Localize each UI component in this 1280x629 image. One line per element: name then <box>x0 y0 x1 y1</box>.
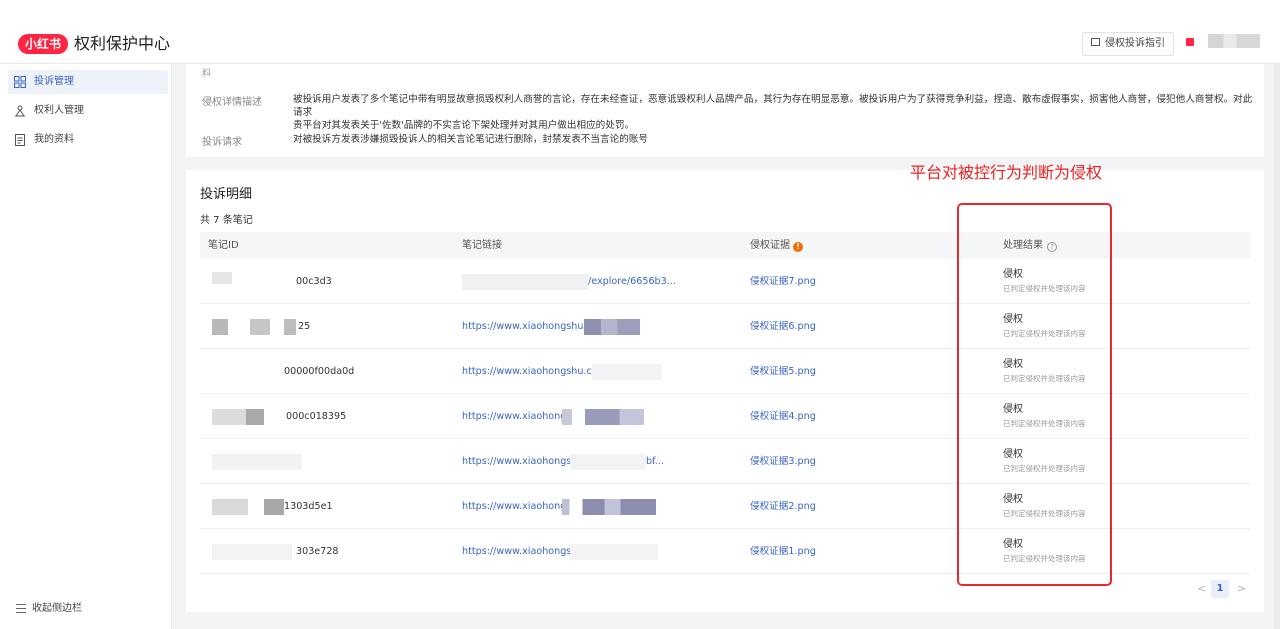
truncated-label: 料 <box>202 69 212 79</box>
collapse-icon <box>16 604 26 613</box>
col-note-link: 笔记链接 <box>462 240 502 251</box>
sidebar-item-label: 我的资料 <box>34 134 74 145</box>
top-header: 小红书 权利保护中心 侵权投诉指引 <box>0 0 1280 64</box>
note-link[interactable]: https://www.xiaohongsh <box>462 485 577 529</box>
warning-icon[interactable]: ! <box>793 242 803 252</box>
col-note-id: 笔记ID <box>208 240 239 251</box>
scrollbar-track[interactable] <box>1274 64 1280 629</box>
next-page-icon[interactable]: > <box>1237 582 1246 595</box>
user-avatar[interactable] <box>1208 34 1260 48</box>
sidebar-item-complaints[interactable]: 投诉管理 <box>8 70 168 94</box>
page-number-current[interactable]: 1 <box>1211 580 1229 598</box>
section-title: 投诉明细 <box>200 187 253 202</box>
book-icon <box>1091 38 1100 46</box>
complaint-guide-button[interactable]: 侵权投诉指引 <box>1082 32 1174 56</box>
sidebar-item-label: 投诉管理 <box>34 76 74 87</box>
prev-page-icon[interactable]: < <box>1197 582 1206 595</box>
desc-value: 被投诉用户发表了多个笔记中带有明显故意损毁权利人商誉的言论，存在未经查证，恶意诋… <box>293 93 1253 132</box>
gift-icon[interactable] <box>1186 38 1194 46</box>
evidence-link[interactable]: 侵权证据4.png <box>750 395 816 439</box>
note-count: 共 7 条笔记 <box>200 215 253 226</box>
evidence-link[interactable]: 侵权证据1.png <box>750 530 816 574</box>
desc-line-2: 贵平台对其发表关于'佐数'品牌的不实言论下架处理并对其用户做出相应的处罚。 <box>293 120 635 131</box>
annotation-highlight-box <box>957 203 1112 586</box>
sidebar: 投诉管理 权利人管理 我的资料 收起侧边栏 <box>0 64 172 629</box>
note-link[interactable]: /explore/6656b3... <box>588 260 676 304</box>
annotation-text: 平台对被控行为判断为侵权 <box>910 163 1103 182</box>
note-id: 303e728 <box>296 546 339 557</box>
desc-label: 侵权详情描述 <box>202 97 262 108</box>
collapse-label: 收起侧边栏 <box>32 603 82 614</box>
evidence-link[interactable]: 侵权证据5.png <box>750 350 816 394</box>
complaint-guide-label: 侵权投诉指引 <box>1105 38 1165 49</box>
request-label: 投诉请求 <box>202 137 242 148</box>
note-id: 00000f00da0d <box>284 366 355 377</box>
note-link[interactable]: https://www.xiaohongsh <box>462 440 577 484</box>
person-tree-icon <box>15 105 25 117</box>
grid-icon <box>14 76 26 88</box>
evidence-link[interactable]: 侵权证据2.png <box>750 485 816 529</box>
note-link[interactable]: https://www.xiaohongshu <box>462 530 583 574</box>
collapse-sidebar-button[interactable]: 收起侧边栏 <box>16 602 82 616</box>
note-id: 1303d5e1 <box>284 501 333 512</box>
evidence-link[interactable]: 侵权证据3.png <box>750 440 816 484</box>
evidence-link[interactable]: 侵权证据7.png <box>750 260 816 304</box>
document-icon <box>15 134 25 146</box>
sidebar-item-label: 权利人管理 <box>34 105 84 116</box>
note-link[interactable]: https://www.xiaohongshu.com, <box>462 350 610 394</box>
note-link[interactable]: https://www.xiaohongsh <box>462 395 577 439</box>
note-id: 000c018395 <box>286 411 347 422</box>
app-title: 权利保护中心 <box>74 34 171 53</box>
evidence-link[interactable]: 侵权证据6.png <box>750 305 816 349</box>
note-link-tail: bf... <box>646 456 664 467</box>
note-id: 00c3d3 <box>296 276 332 287</box>
complaint-info-card: 料 侵权详情描述 被投诉用户发表了多个笔记中带有明显故意损毁权利人商誉的言论，存… <box>186 64 1264 157</box>
sidebar-item-my-profile[interactable]: 我的资料 <box>8 128 168 152</box>
col-evidence: 侵权证据! <box>750 232 803 259</box>
sidebar-item-rights-holders[interactable]: 权利人管理 <box>8 99 168 123</box>
note-link[interactable]: https://www.xiaohongshu.con <box>462 305 604 349</box>
col-evidence-label: 侵权证据 <box>750 240 790 251</box>
request-value: 对被投诉方发表涉嫌损毁投诉人的相关言论笔记进行删除，封禁发表不当言论的账号 <box>293 134 648 145</box>
desc-line-1: 被投诉用户发表了多个笔记中带有明显故意损毁权利人商誉的言论，存在未经查证，恶意诋… <box>293 94 1253 118</box>
xiaohongshu-logo[interactable]: 小红书 <box>18 34 69 54</box>
note-id: 25 <box>298 321 311 332</box>
